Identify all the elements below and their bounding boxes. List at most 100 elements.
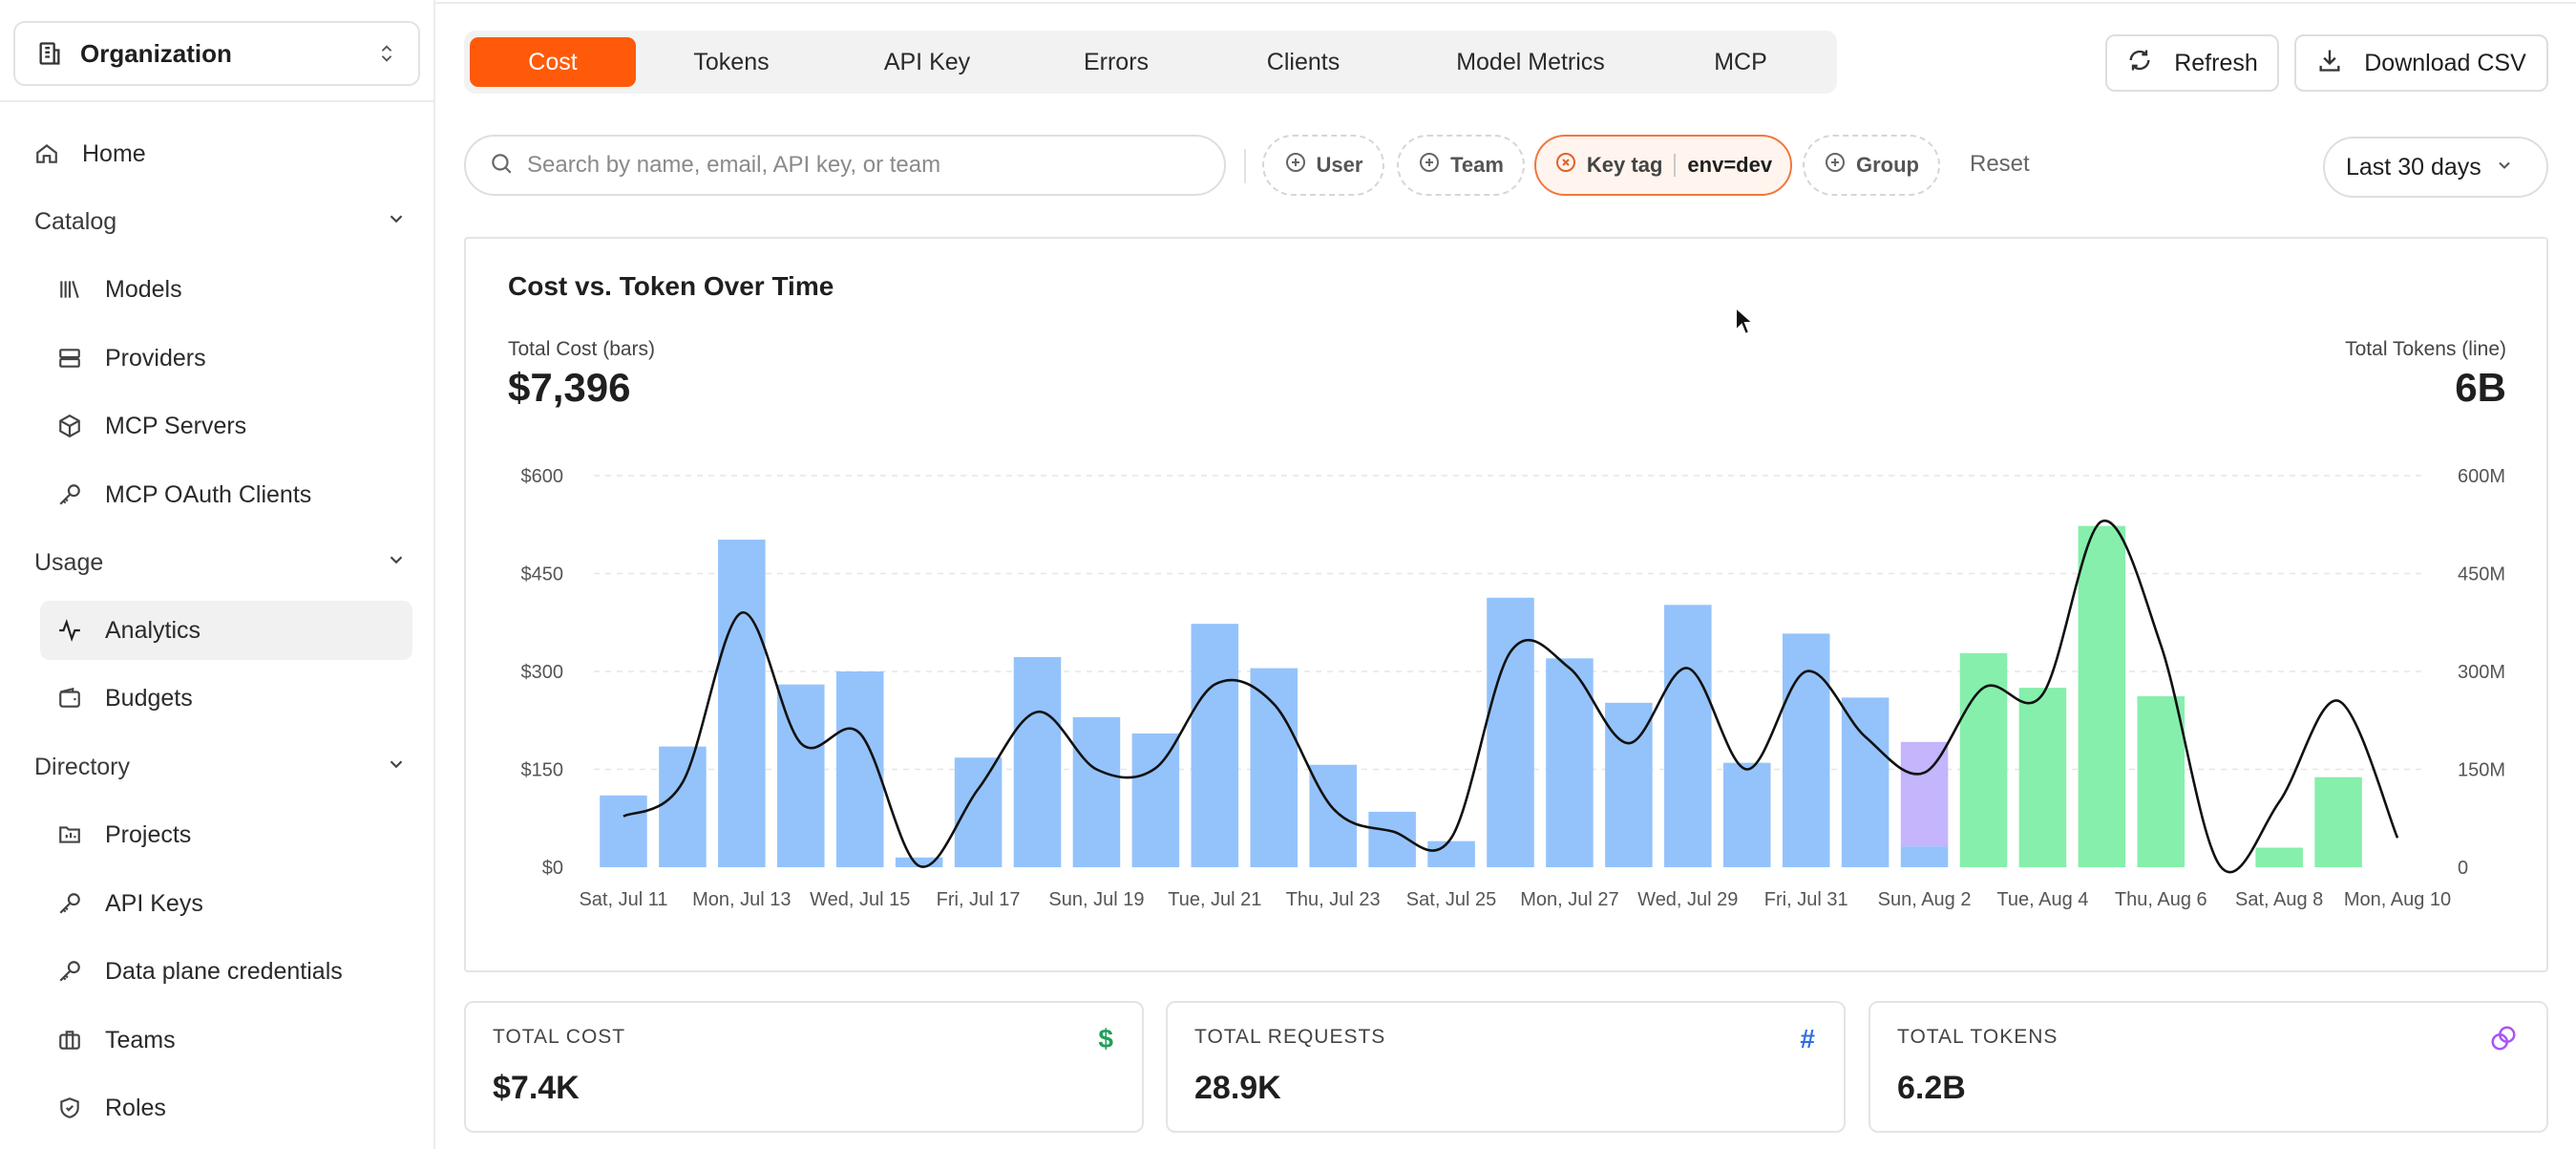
mouse-cursor-icon (1735, 306, 1755, 336)
sidebar-item-home[interactable]: Home (17, 124, 412, 183)
briefcase-icon (55, 1026, 84, 1054)
key-icon (55, 957, 84, 986)
sidebar-item-label: Analytics (105, 616, 201, 644)
tab-errors[interactable]: Errors (1027, 37, 1205, 87)
tab-clients[interactable]: Clients (1205, 37, 1402, 87)
sidebar-item-mcp-servers[interactable]: MCP Servers (40, 396, 412, 456)
sidebar-item-providers[interactable]: Providers (40, 329, 412, 388)
y-right-tick-label: 150M (2458, 760, 2505, 781)
stat-value: $7.4K (493, 1070, 580, 1106)
x-tick-label: Mon, Jul 27 (1520, 889, 1618, 910)
cost-bar (1013, 656, 1062, 867)
cost-bar (1959, 652, 2008, 867)
filter-group-chip[interactable]: Group (1803, 135, 1940, 196)
filter-user-chip[interactable]: User (1262, 135, 1384, 196)
chevron-down-icon (386, 208, 407, 236)
cost-bar (954, 757, 1003, 867)
tab-api-key[interactable]: API Key (827, 37, 1027, 87)
section-catalog[interactable]: Catalog (34, 195, 407, 248)
tab-model-metrics[interactable]: Model Metrics (1402, 37, 1659, 87)
sidebar-item-data-plane-credentials[interactable]: Data plane credentials (40, 942, 412, 1001)
sidebar-item-roles[interactable]: Roles (40, 1078, 412, 1138)
box-icon (55, 412, 84, 440)
organization-switcher[interactable]: Organization (13, 21, 420, 86)
cost-bar (1841, 697, 1890, 867)
cost-bar (2018, 688, 2067, 867)
filter-team-chip[interactable]: Team (1397, 135, 1525, 196)
sidebar-item-label: Roles (105, 1094, 166, 1121)
hash-icon: # (1800, 1024, 1815, 1053)
sidebar-item-label: MCP Servers (105, 412, 247, 439)
cost-bar (659, 746, 707, 867)
section-directory[interactable]: Directory (34, 740, 407, 794)
refresh-label: Refresh (2174, 49, 2258, 76)
chevron-down-icon (386, 549, 407, 577)
cost-bar (1427, 840, 1475, 867)
refresh-button[interactable]: Refresh (2105, 34, 2279, 92)
chip-value: env=dev (1687, 153, 1773, 177)
x-tick-label: Sat, Jul 25 (1406, 889, 1497, 910)
section-label: Catalog (34, 207, 117, 235)
tab-mcp[interactable]: MCP (1659, 37, 1822, 87)
cost-token-chart: $0 $150 $300 $450 $600 0 150M 300M 450M 600M Sat, … (521, 466, 2506, 910)
x-tick-label: Mon, Aug 10 (2344, 889, 2451, 910)
search-box[interactable] (464, 135, 1226, 196)
y-right-tick-label: 600M (2458, 466, 2505, 487)
chip-label: Group (1856, 153, 1919, 177)
cost-bar (1900, 741, 1949, 847)
sidebar-item-mcp-oauth-clients[interactable]: MCP OAuth Clients (40, 465, 412, 524)
reset-filters-link[interactable]: Reset (1970, 151, 2030, 178)
stat-value: 28.9K (1194, 1070, 1281, 1106)
search-input[interactable] (527, 152, 1214, 179)
cost-bar (718, 539, 766, 867)
plus-circle-icon (1418, 151, 1450, 180)
wallet-icon (55, 684, 84, 713)
download-csv-button[interactable]: Download CSV (2294, 34, 2548, 92)
sidebar-item-teams[interactable]: Teams (40, 1011, 412, 1070)
chevron-down-icon (386, 754, 407, 781)
sidebar-item-label: Teams (105, 1026, 176, 1053)
x-tick-label: Sat, Jul 11 (579, 889, 667, 910)
chip-label: User (1316, 153, 1363, 177)
x-tick-label: Wed, Jul 15 (810, 889, 910, 910)
shield-check-icon (55, 1094, 84, 1122)
stat-label: TOTAL COST (493, 1026, 626, 1048)
server-icon (55, 344, 84, 372)
download-icon (2316, 47, 2364, 80)
sidebar-item-label: MCP OAuth Clients (105, 480, 312, 508)
cost-bar (2314, 777, 2362, 867)
download-label: Download CSV (2364, 49, 2526, 76)
sidebar-item-api-keys[interactable]: API Keys (40, 874, 412, 933)
date-range-value: Last 30 days (2346, 153, 2481, 181)
sidebar-item-budgets[interactable]: Budgets (40, 669, 412, 728)
section-usage[interactable]: Usage (34, 536, 407, 589)
sidebar-item-projects[interactable]: Projects (40, 805, 412, 864)
stat-label: TOTAL TOKENS (1897, 1026, 2059, 1048)
dollar-icon: $ (1098, 1024, 1113, 1053)
sidebar-item-label: API Keys (105, 889, 203, 917)
top-border (435, 0, 2576, 4)
x-tick-label: Fri, Jul 31 (1764, 889, 1848, 910)
filter-key-tag-chip[interactable]: Key tag env=dev (1534, 135, 1792, 196)
y-right-tick-label: 450M (2458, 564, 2505, 585)
cost-bar (1191, 624, 1239, 867)
home-icon (32, 139, 61, 168)
stat-value: 6.2B (1897, 1070, 1966, 1106)
cost-bar (1782, 633, 1830, 867)
x-tick-label: Sat, Aug 8 (2235, 889, 2323, 910)
sidebar-item-models[interactable]: Models (40, 260, 412, 319)
stat-label: TOTAL REQUESTS (1194, 1026, 1386, 1048)
cost-bar (1250, 668, 1299, 867)
remove-filter-icon[interactable] (1554, 151, 1587, 180)
tab-tokens[interactable]: Tokens (636, 37, 827, 87)
x-tick-label: Mon, Jul 13 (692, 889, 791, 910)
plus-circle-icon (1284, 151, 1317, 180)
sidebar-item-analytics[interactable]: Analytics (40, 601, 412, 660)
chevron-down-icon (2481, 154, 2514, 181)
x-tick-label: Sun, Jul 19 (1048, 889, 1144, 910)
date-range-select[interactable]: Last 30 days (2323, 137, 2548, 198)
activity-icon (55, 616, 84, 645)
tab-cost[interactable]: Cost (470, 37, 636, 87)
organization-name: Organization (80, 38, 232, 68)
chip-label: Key tag (1586, 153, 1663, 177)
